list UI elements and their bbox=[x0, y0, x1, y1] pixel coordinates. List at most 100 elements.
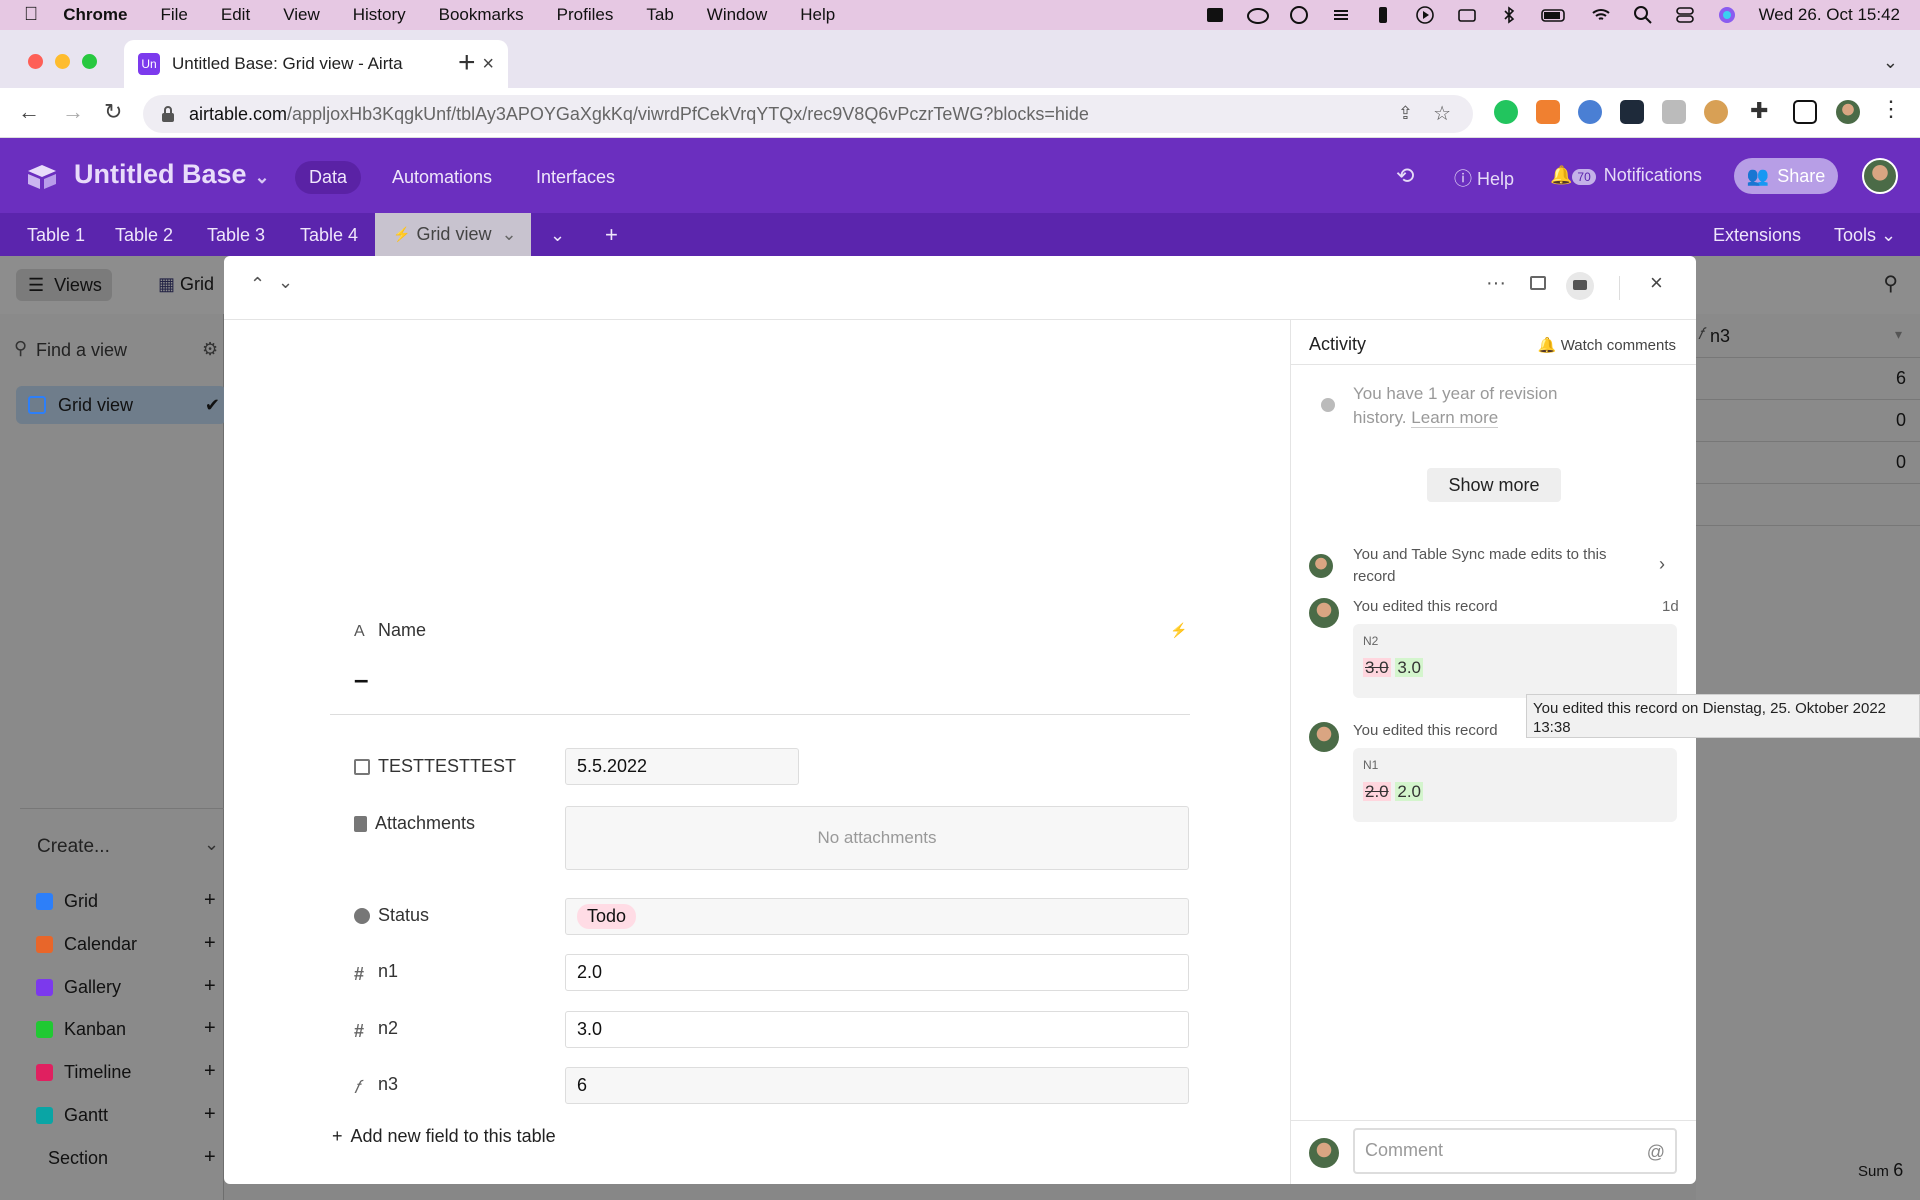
menu-help[interactable]: Help bbox=[800, 5, 835, 25]
grid-cell[interactable]: 0 bbox=[1696, 400, 1920, 442]
share-page-icon[interactable]: ⇪ bbox=[1398, 103, 1413, 124]
create-section[interactable]: Section bbox=[48, 1148, 108, 1169]
profile-avatar[interactable] bbox=[1836, 100, 1860, 124]
apple-icon[interactable]:  bbox=[24, 4, 38, 26]
nav-automations[interactable]: Automations bbox=[378, 161, 506, 194]
create-view-heading[interactable]: Create... bbox=[37, 836, 110, 858]
column-header-n3[interactable]: 𝑓 n3 ▾ bbox=[1696, 314, 1920, 358]
add-timeline-icon[interactable]: + bbox=[204, 1060, 216, 1083]
field-n2-input[interactable]: 3.0 bbox=[565, 1011, 1189, 1048]
create-gallery[interactable]: Gallery bbox=[64, 977, 121, 998]
find-view-input[interactable]: Find a view bbox=[36, 340, 127, 361]
attachments-dropzone[interactable]: No attachments bbox=[565, 806, 1189, 870]
vpn-icon[interactable] bbox=[1289, 5, 1309, 25]
views-toggle-button[interactable]: ☰ Views bbox=[16, 269, 112, 301]
grid-cell[interactable]: 6 bbox=[1696, 358, 1920, 400]
spotlight-icon[interactable] bbox=[1633, 5, 1653, 25]
menu-view[interactable]: View bbox=[283, 5, 320, 25]
sync-edits-summary[interactable]: You and Table Sync made edits to this re… bbox=[1353, 544, 1633, 588]
tab-grid-view[interactable]: ⚡ Grid view ⌄ bbox=[375, 213, 531, 256]
tab-table-3[interactable]: Table 3 bbox=[207, 225, 265, 246]
menu-bookmarks[interactable]: Bookmarks bbox=[439, 5, 524, 25]
menu-edit[interactable]: Edit bbox=[221, 5, 250, 25]
metamask-icon[interactable] bbox=[1536, 100, 1560, 124]
share-button[interactable]: 👥 Share bbox=[1734, 158, 1838, 194]
menu-window[interactable]: Window bbox=[707, 5, 767, 25]
airtable-logo-icon[interactable] bbox=[26, 162, 58, 190]
side-panel-icon[interactable] bbox=[1793, 100, 1817, 124]
browser-tab[interactable]: Un Untitled Base: Grid view - Airta × bbox=[124, 40, 508, 88]
zoom-window-button[interactable] bbox=[82, 54, 97, 69]
control-center-icon[interactable] bbox=[1675, 5, 1695, 25]
battery-icon[interactable] bbox=[1540, 5, 1569, 25]
user-avatar[interactable] bbox=[1862, 158, 1898, 194]
usb-icon[interactable] bbox=[1373, 5, 1393, 25]
keyboard-icon[interactable] bbox=[1457, 5, 1477, 25]
create-kanban[interactable]: Kanban bbox=[64, 1019, 126, 1040]
create-timeline[interactable]: Timeline bbox=[64, 1062, 131, 1083]
back-icon[interactable]: ← bbox=[18, 99, 40, 125]
menu-history[interactable]: History bbox=[353, 5, 406, 25]
close-tab-icon[interactable]: × bbox=[482, 53, 494, 76]
forward-icon[interactable]: → bbox=[62, 99, 84, 125]
mention-icon[interactable]: @ bbox=[1647, 1142, 1665, 1163]
siri-icon[interactable] bbox=[1717, 5, 1737, 25]
create-gantt[interactable]: Gantt bbox=[64, 1105, 108, 1126]
more-options-icon[interactable]: ··· bbox=[1486, 272, 1506, 295]
tab-table-1[interactable]: Table 1 bbox=[27, 225, 85, 246]
tab-search-chevron-icon[interactable]: ⌄ bbox=[1883, 52, 1898, 73]
create-grid[interactable]: Grid bbox=[64, 891, 98, 912]
layers-icon[interactable] bbox=[1331, 5, 1351, 25]
menu-app-name[interactable]: Chrome bbox=[63, 5, 127, 25]
add-table-icon[interactable]: + bbox=[605, 222, 618, 248]
cookie-icon[interactable] bbox=[1704, 100, 1728, 124]
menu-clock[interactable]: Wed 26. Oct 15:42 bbox=[1759, 5, 1900, 25]
comments-toggle-icon[interactable] bbox=[1566, 272, 1594, 300]
record-name-value[interactable]: – bbox=[354, 664, 368, 695]
bookmark-star-icon[interactable]: ☆ bbox=[1433, 101, 1451, 126]
drive-icon[interactable] bbox=[1205, 5, 1225, 25]
add-grid-icon[interactable]: + bbox=[204, 889, 216, 912]
history-icon[interactable]: ⟲ bbox=[1396, 163, 1414, 189]
extensions-button[interactable]: Extensions bbox=[1713, 225, 1801, 246]
copy-link-icon[interactable] bbox=[1530, 276, 1546, 290]
close-window-button[interactable] bbox=[28, 54, 43, 69]
chevron-right-icon[interactable]: › bbox=[1659, 554, 1665, 575]
field-n1-input[interactable]: 2.0 bbox=[565, 954, 1189, 991]
react-devtools-icon[interactable] bbox=[1620, 100, 1644, 124]
wifi-icon[interactable] bbox=[1591, 5, 1611, 25]
url-bar[interactable]: airtable.com/appljoxHb3KqgkUnf/tblAy3APO… bbox=[143, 95, 1473, 133]
play-icon[interactable] bbox=[1415, 5, 1435, 25]
browser-menu-icon[interactable]: ⋮ bbox=[1880, 96, 1904, 121]
extensions-puzzle-icon[interactable]: ✚ bbox=[1750, 98, 1774, 123]
menu-profiles[interactable]: Profiles bbox=[557, 5, 614, 25]
tab-table-2[interactable]: Table 2 bbox=[115, 225, 173, 246]
extension-green-icon[interactable] bbox=[1494, 100, 1518, 124]
field-status-select[interactable]: Todo bbox=[565, 898, 1189, 935]
learn-more-link[interactable]: Learn more bbox=[1411, 408, 1499, 428]
nav-interfaces[interactable]: Interfaces bbox=[522, 161, 629, 194]
next-record-icon[interactable]: ⌄ bbox=[278, 272, 293, 293]
menu-file[interactable]: File bbox=[160, 5, 187, 25]
notifications-button[interactable]: 🔔 70 Notifications bbox=[1550, 165, 1702, 186]
tools-button[interactable]: Tools ⌄ bbox=[1834, 225, 1896, 246]
create-calendar[interactable]: Calendar bbox=[64, 934, 137, 955]
add-gallery-icon[interactable]: + bbox=[204, 975, 216, 998]
base-name[interactable]: Untitled Base ⌄ bbox=[74, 159, 270, 190]
add-kanban-icon[interactable]: + bbox=[204, 1017, 216, 1040]
help-button[interactable]: ⓘ Help bbox=[1454, 165, 1514, 191]
new-tab-icon[interactable]: + bbox=[458, 46, 476, 80]
grid-add-row[interactable] bbox=[1696, 484, 1920, 526]
chevron-down-icon[interactable]: ⌄ bbox=[204, 834, 219, 855]
add-section-icon[interactable]: + bbox=[204, 1146, 216, 1169]
gear-icon[interactable]: ⚙ bbox=[202, 339, 218, 360]
sum-summary[interactable]: Sum 6 bbox=[1858, 1160, 1903, 1181]
comment-input[interactable]: Comment @ bbox=[1353, 1128, 1677, 1174]
menu-tab[interactable]: Tab bbox=[646, 5, 673, 25]
grid-cell[interactable]: 0 bbox=[1696, 442, 1920, 484]
bluetooth-icon[interactable] bbox=[1499, 5, 1519, 25]
tables-more-chevron-icon[interactable]: ⌄ bbox=[550, 225, 565, 246]
extension-blue-icon[interactable] bbox=[1578, 100, 1602, 124]
tab-table-4[interactable]: Table 4 bbox=[300, 225, 358, 246]
nav-data[interactable]: Data bbox=[295, 161, 362, 194]
